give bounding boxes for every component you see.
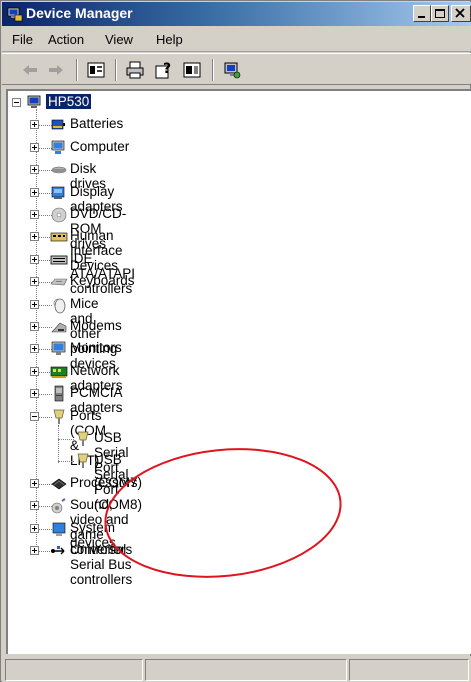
port-icon xyxy=(77,454,89,469)
expand-toggle[interactable] xyxy=(30,501,39,511)
status-pane xyxy=(145,659,347,681)
expand-toggle[interactable] xyxy=(30,411,39,421)
minimize-icon xyxy=(418,16,425,18)
status-pane xyxy=(349,659,469,681)
forward-icon[interactable] xyxy=(46,60,66,80)
menu-view[interactable]: View xyxy=(105,32,133,47)
menu-bar: File Action View Help xyxy=(2,26,471,52)
close-icon xyxy=(455,8,465,18)
back-icon[interactable] xyxy=(20,60,40,80)
close-button[interactable] xyxy=(451,5,471,22)
ide-controller-icon xyxy=(50,255,68,265)
tree-item-label[interactable]: Mice and other pointing devices xyxy=(70,296,117,371)
status-bar xyxy=(2,656,471,682)
dvd-drive-icon xyxy=(51,207,67,223)
device-tree-pane: HP530 Batteries Computer Disk drives Display… xyxy=(6,89,471,654)
port-icon xyxy=(77,431,89,446)
keyboard-icon xyxy=(50,278,68,286)
print-icon[interactable] xyxy=(125,60,145,80)
svg-text:?: ? xyxy=(163,61,171,77)
help-icon[interactable]: ? xyxy=(154,60,174,80)
expand-toggle[interactable] xyxy=(30,210,39,219)
system-device-icon xyxy=(52,522,66,536)
expand-toggle[interactable] xyxy=(30,142,39,152)
expand-toggle[interactable] xyxy=(30,546,39,555)
expand-toggle[interactable] xyxy=(30,366,39,376)
menu-file[interactable]: File xyxy=(12,32,33,47)
expand-toggle[interactable] xyxy=(30,254,39,264)
title-bar[interactable]: Device Manager xyxy=(2,2,471,26)
status-pane xyxy=(5,659,143,681)
toolbar-separator xyxy=(115,59,117,81)
expand-toggle[interactable] xyxy=(30,232,39,242)
monitor-icon xyxy=(51,342,66,356)
expand-toggle[interactable] xyxy=(30,165,39,175)
mouse-icon xyxy=(53,298,66,313)
pcmcia-icon xyxy=(54,385,64,402)
hid-icon xyxy=(50,233,68,242)
expand-toggle[interactable] xyxy=(30,299,39,309)
expand-toggle[interactable] xyxy=(30,187,39,197)
tree-connector xyxy=(58,439,74,440)
toggle-pane-icon[interactable] xyxy=(182,60,202,80)
expand-toggle[interactable] xyxy=(30,277,39,287)
expand-toggle[interactable] xyxy=(30,478,39,488)
usb-icon xyxy=(51,546,65,555)
expand-toggle[interactable] xyxy=(30,523,39,533)
tree-item-label[interactable]: Keyboards xyxy=(70,273,135,288)
display-adapter-icon xyxy=(51,186,65,199)
computer-root xyxy=(27,95,41,108)
tree-connector xyxy=(58,424,59,464)
port-icon xyxy=(53,409,65,424)
menu-action[interactable]: Action xyxy=(48,32,84,47)
device-manager-window: Device Manager File Action View Help ? H… xyxy=(0,0,471,682)
maximize-icon xyxy=(435,9,445,18)
tree-item-label[interactable]: Universal Serial Bus controllers xyxy=(70,542,132,587)
properties-icon[interactable] xyxy=(86,60,106,80)
expand-toggle[interactable] xyxy=(30,120,39,130)
tree-connector xyxy=(58,461,74,463)
disk-drive-icon xyxy=(51,166,67,174)
tree-item-label[interactable]: Processors xyxy=(70,475,138,490)
sound-icon xyxy=(51,498,66,514)
toolbar: ? xyxy=(2,53,471,85)
expand-toggle[interactable] xyxy=(30,389,39,399)
tree-root-label[interactable]: HP530 xyxy=(46,94,92,109)
battery-icon xyxy=(51,120,65,130)
network-adapter-icon xyxy=(50,366,68,378)
window-title: Device Manager xyxy=(26,5,133,21)
tree-item-label[interactable]: Batteries xyxy=(70,116,123,131)
tree-item-label[interactable]: Monitors xyxy=(70,340,122,355)
menu-help[interactable]: Help xyxy=(156,32,183,47)
computer-icon xyxy=(51,140,65,154)
processor-icon xyxy=(51,478,67,490)
scan-hardware-icon[interactable] xyxy=(222,60,242,80)
tree-item-label[interactable]: Computer xyxy=(70,139,129,154)
device-manager-icon xyxy=(7,7,23,22)
expand-toggle[interactable] xyxy=(30,322,39,331)
toolbar-separator xyxy=(212,59,214,81)
expand-toggle[interactable] xyxy=(12,98,21,107)
minimize-button[interactable] xyxy=(413,5,431,22)
maximize-button[interactable] xyxy=(431,5,449,22)
toolbar-separator xyxy=(76,59,78,81)
expand-toggle[interactable] xyxy=(30,344,39,354)
tree-item-label[interactable]: Modems xyxy=(70,318,122,333)
modem-icon xyxy=(51,322,67,333)
